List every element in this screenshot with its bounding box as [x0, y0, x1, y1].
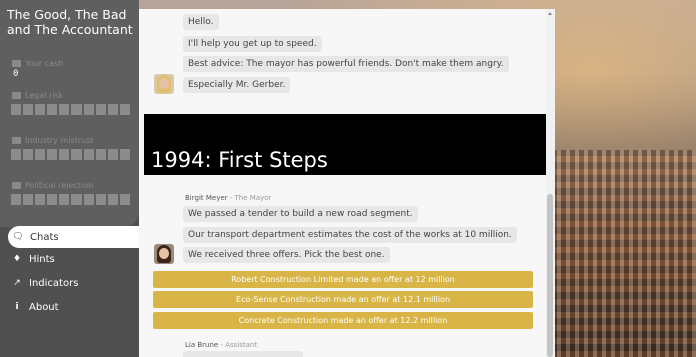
chat-message: We received three offers. Pick the best …	[183, 247, 390, 263]
line-chart-icon: ↗	[13, 278, 21, 288]
chat-message: Best advice: The mayor has powerful frie…	[183, 56, 509, 72]
legal-risk-label: Legal risk	[12, 91, 63, 100]
political-rejection-label: Political rejection	[12, 181, 93, 190]
lightbulb-icon: ♦	[12, 254, 22, 264]
cash-label: Your cash	[12, 59, 63, 68]
assistant-avatar	[154, 74, 174, 94]
legal-risk-bar	[11, 104, 130, 115]
cash-icon	[12, 60, 21, 67]
chat-icon: 🗨	[12, 232, 24, 242]
offer-option-button[interactable]: Robert Construction Limited made an offe…	[153, 271, 533, 288]
industry-mistrust-bar	[11, 149, 130, 160]
chat-message: Hello.	[183, 14, 219, 30]
nav-about[interactable]: i About	[0, 296, 139, 318]
chat-scrollbar[interactable]	[546, 9, 555, 357]
chapter-banner: 1994: First Steps	[144, 114, 546, 175]
nav-hints[interactable]: ♦ Hints	[0, 248, 139, 270]
scroll-up-icon[interactable]	[548, 12, 552, 15]
nav-chats[interactable]: 🗨 Chats	[8, 226, 139, 248]
scale-icon	[12, 92, 21, 99]
political-rejection-bar	[11, 194, 130, 205]
sidebar: The Good, The Bad and The Accountant You…	[0, 0, 139, 357]
cash-value: 0	[13, 69, 19, 79]
scrollbar-thumb[interactable]	[547, 194, 553, 357]
mayor-avatar	[154, 244, 174, 264]
info-icon: i	[15, 302, 19, 312]
handshake-icon	[12, 182, 21, 189]
chat-message	[183, 351, 303, 357]
background-cityscape	[548, 150, 696, 357]
chat-message: We passed a tender to build a new road s…	[183, 206, 418, 222]
chat-message: Especially Mr. Gerber.	[183, 77, 291, 93]
game-title: The Good, The Bad and The Accountant	[7, 7, 133, 37]
factory-icon	[12, 137, 21, 144]
offer-option-button[interactable]: Concrete Construction made an offer at 1…	[153, 312, 533, 329]
chapter-title: 1994: First Steps	[151, 148, 328, 172]
chat-message: I'll help you get up to speed.	[183, 36, 322, 52]
industry-mistrust-label: Industry mistrust	[12, 136, 93, 145]
indicators-panel: The Good, The Bad and The Accountant You…	[0, 0, 139, 227]
chat-message: Our transport department estimates the c…	[183, 227, 517, 243]
message-sender: Birgit Meyer - The Mayor	[185, 194, 272, 202]
chat-panel[interactable]: Hello. I'll help you get up to speed. Be…	[139, 9, 555, 357]
offer-option-button[interactable]: Eco-Sense Construction made an offer at …	[153, 291, 533, 308]
nav-indicators[interactable]: ↗ Indicators	[0, 272, 139, 294]
message-sender: Lia Brune - Assistant	[185, 341, 258, 349]
